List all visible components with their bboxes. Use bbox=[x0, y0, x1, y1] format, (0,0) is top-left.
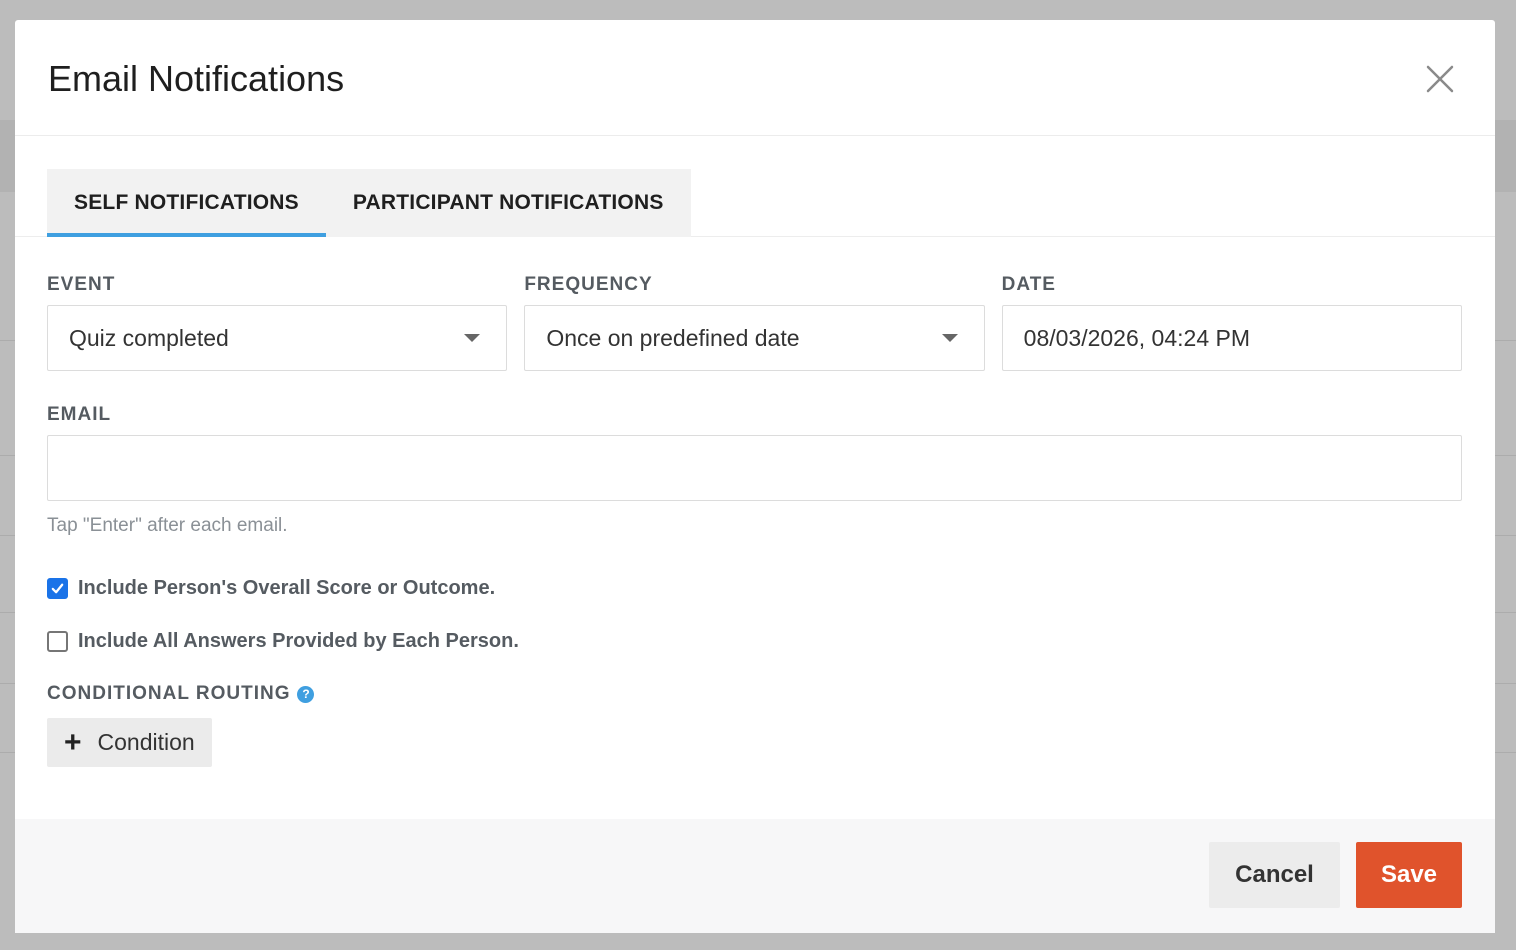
email-label: EMAIL bbox=[47, 404, 112, 425]
date-value: 08/03/2026, 04:24 PM bbox=[1023, 324, 1250, 351]
tab-label: SELF NOTIFICATIONS bbox=[74, 191, 299, 214]
include-answers-option[interactable]: Include All Answers Provided by Each Per… bbox=[47, 626, 1462, 656]
help-icon[interactable]: ? bbox=[297, 685, 315, 703]
include-score-label: Include Person's Overall Score or Outcom… bbox=[78, 576, 496, 599]
routing-label: CONDITIONAL ROUTING bbox=[47, 683, 291, 704]
notification-form: EVENT Quiz completed FREQUENCY Once on p… bbox=[47, 273, 1462, 767]
frequency-column: FREQUENCY Once on predefined date bbox=[524, 273, 985, 371]
frequency-label: FREQUENCY bbox=[524, 274, 653, 295]
event-column: EVENT Quiz completed bbox=[47, 273, 508, 371]
cancel-button[interactable]: Cancel bbox=[1209, 842, 1340, 908]
include-answers-checkbox[interactable] bbox=[47, 630, 68, 652]
date-input[interactable]: 08/03/2026, 04:24 PM bbox=[1001, 305, 1462, 371]
tab-self-notifications[interactable]: SELF NOTIFICATIONS bbox=[47, 169, 326, 237]
tab-participant-notifications[interactable]: PARTICIPANT NOTIFICATIONS bbox=[326, 169, 691, 237]
add-condition-button[interactable]: + Condition bbox=[47, 718, 212, 767]
include-answers-label: Include All Answers Provided by Each Per… bbox=[78, 629, 519, 652]
plus-icon: + bbox=[64, 725, 82, 759]
event-label: EVENT bbox=[47, 274, 116, 295]
frequency-value: Once on predefined date bbox=[546, 324, 800, 351]
event-frequency-date-row: EVENT Quiz completed FREQUENCY Once on p… bbox=[47, 273, 1462, 371]
date-label: DATE bbox=[1001, 274, 1056, 295]
date-column: DATE 08/03/2026, 04:24 PM bbox=[1001, 273, 1462, 371]
modal-title: Email Notifications bbox=[48, 58, 345, 99]
notification-tabs: SELF NOTIFICATIONS PARTICIPANT NOTIFICAT… bbox=[47, 169, 691, 237]
modal-footer: Cancel Save bbox=[15, 819, 1495, 933]
close-icon bbox=[1426, 65, 1454, 93]
chevron-down-icon bbox=[464, 334, 481, 342]
email-block: EMAIL Tap "Enter" after each email. bbox=[47, 403, 1462, 537]
tabs-row: SELF NOTIFICATIONS PARTICIPANT NOTIFICAT… bbox=[15, 136, 1495, 237]
modal-header: Email Notifications bbox=[15, 20, 1495, 136]
chevron-down-icon bbox=[941, 334, 958, 342]
routing-label-row: CONDITIONAL ROUTING ? bbox=[47, 682, 1462, 706]
include-score-checkbox[interactable] bbox=[47, 577, 68, 599]
event-select[interactable]: Quiz completed bbox=[47, 305, 508, 371]
checkmark-icon bbox=[51, 583, 64, 593]
save-button[interactable]: Save bbox=[1356, 842, 1462, 908]
frequency-select[interactable]: Once on predefined date bbox=[524, 305, 985, 371]
add-condition-label: Condition bbox=[97, 729, 195, 755]
close-button[interactable] bbox=[1425, 64, 1455, 94]
email-hint: Tap "Enter" after each email. bbox=[47, 515, 288, 536]
conditional-routing: CONDITIONAL ROUTING ? + Condition bbox=[47, 682, 1462, 767]
include-options: Include Person's Overall Score or Outcom… bbox=[47, 573, 1462, 656]
tab-label: PARTICIPANT NOTIFICATIONS bbox=[352, 191, 664, 214]
email-field[interactable] bbox=[47, 435, 1462, 501]
event-value: Quiz completed bbox=[69, 324, 229, 351]
include-score-option[interactable]: Include Person's Overall Score or Outcom… bbox=[47, 573, 1462, 603]
